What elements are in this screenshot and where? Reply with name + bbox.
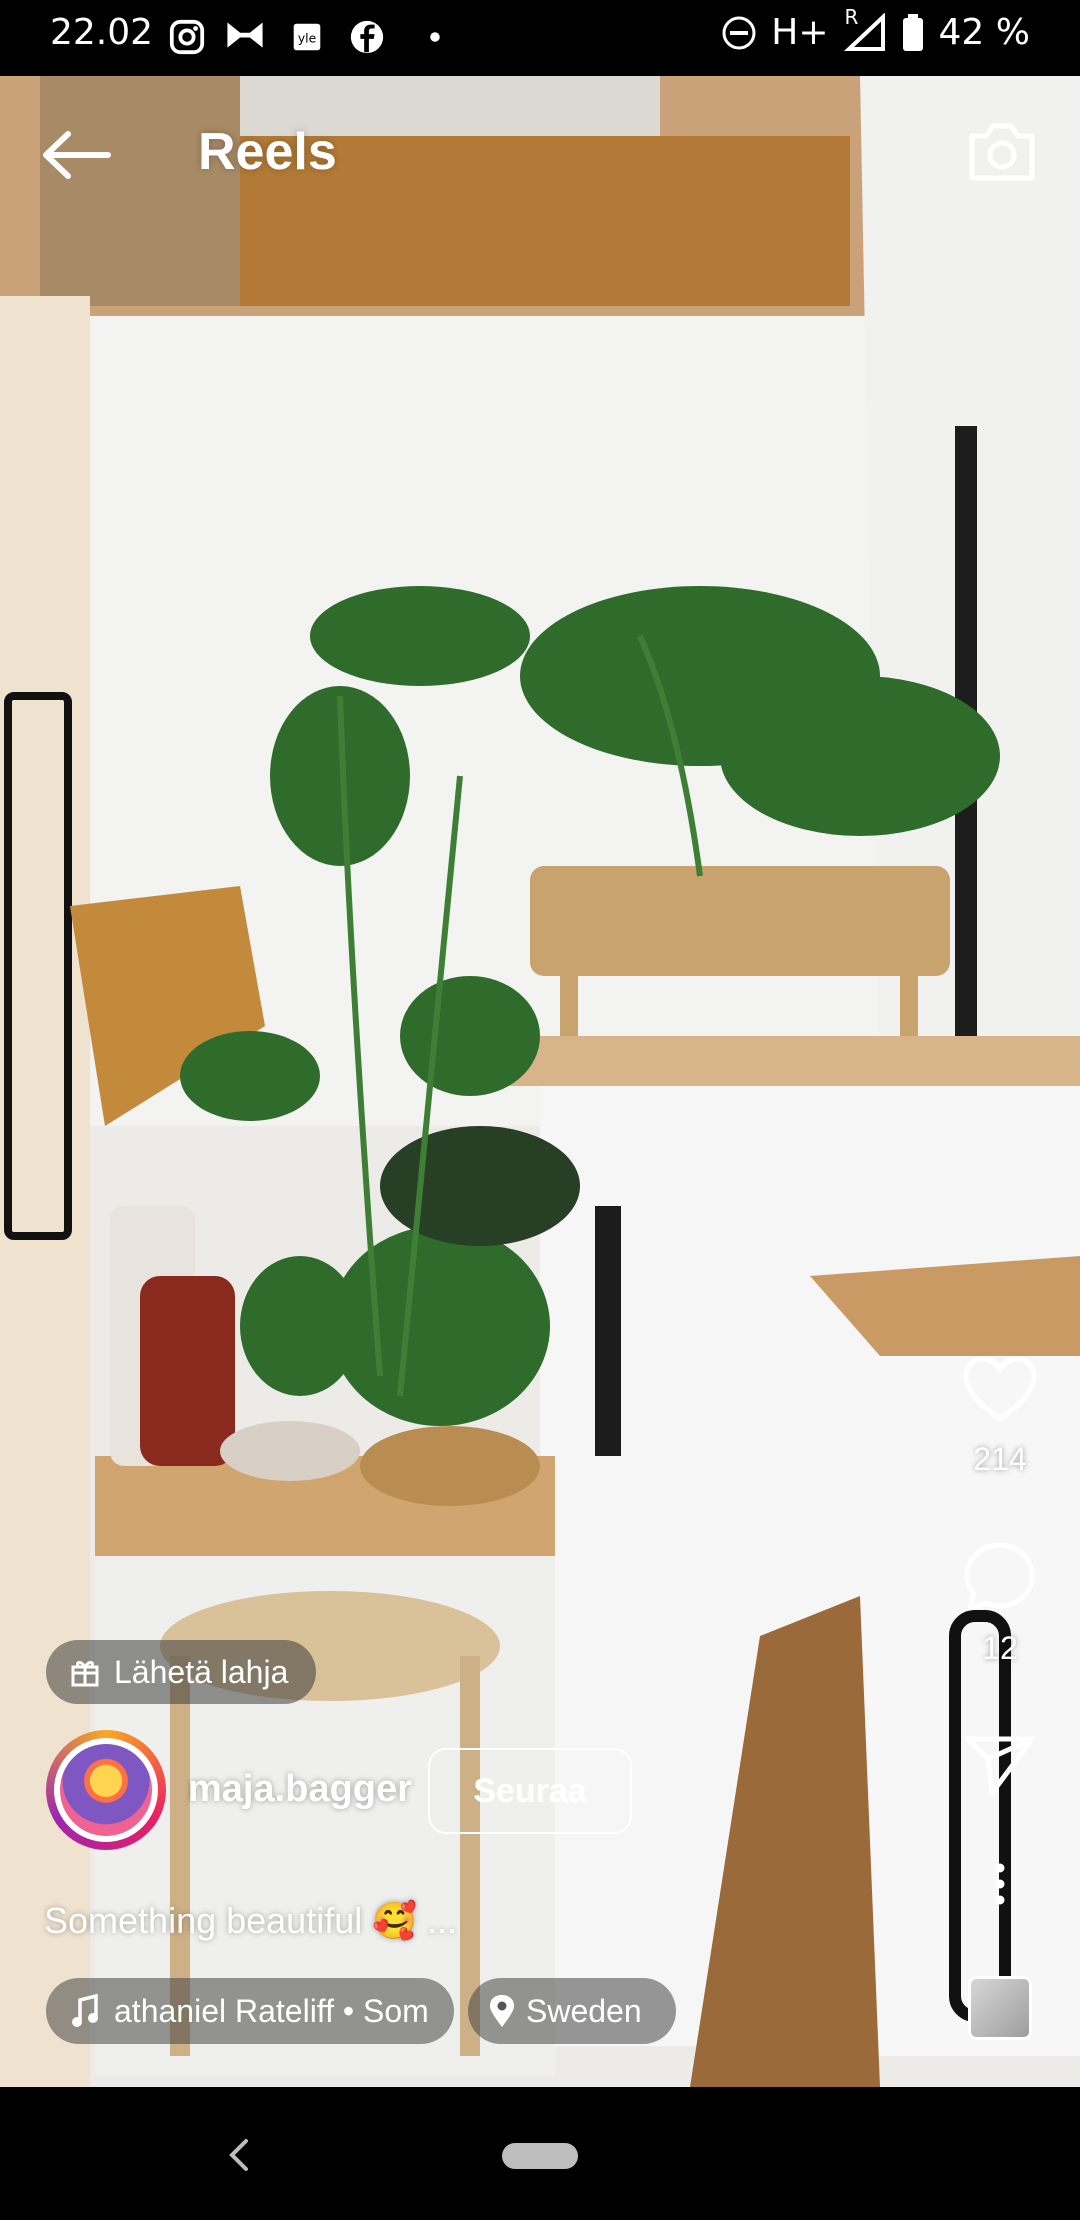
share-action[interactable] — [960, 1733, 1040, 1797]
status-time: 22.02 — [50, 12, 154, 53]
more-action[interactable] — [960, 1862, 1040, 1906]
caption[interactable]: Something beautiful 🥰 ... — [44, 1900, 457, 1942]
camera-icon[interactable] — [966, 118, 1038, 184]
audio-chip[interactable]: athaniel Rateliff • Som — [46, 1978, 454, 2044]
location-chip[interactable]: Sweden — [468, 1978, 676, 2044]
comment-action[interactable]: 12 — [960, 1540, 1040, 1667]
avatar[interactable] — [46, 1730, 166, 1850]
like-count: 214 — [973, 1441, 1027, 1477]
nav-home-pill[interactable] — [502, 2143, 578, 2169]
like-action[interactable]: 214 — [960, 1355, 1040, 1478]
location-pin-icon — [490, 1995, 514, 2027]
send-gift-chip[interactable]: Lähetä lahja — [46, 1640, 317, 1704]
nav-back-icon[interactable] — [226, 2137, 250, 2173]
facebook-icon — [350, 20, 384, 54]
notification-dot-icon — [430, 32, 440, 42]
location-label: Sweden — [526, 1992, 642, 2029]
username[interactable]: maja.bagger — [188, 1768, 412, 1811]
send-icon[interactable] — [964, 1733, 1036, 1797]
system-nav-bar — [0, 2087, 1080, 2220]
audio-label: athaniel Rateliff • Som — [114, 1992, 429, 2029]
follow-button[interactable]: Seuraa — [428, 1748, 632, 1834]
instagram-icon — [169, 19, 205, 55]
network-type: H+ — [771, 12, 829, 53]
status-right-group: H+ R 42 % — [721, 5, 1030, 53]
audio-thumbnail[interactable] — [968, 1976, 1032, 2040]
heart-icon[interactable] — [962, 1355, 1038, 1425]
do-not-disturb-icon — [722, 16, 756, 49]
comment-icon[interactable] — [962, 1540, 1038, 1614]
send-gift-label: Lähetä lahja — [114, 1653, 289, 1690]
signal-icon: R — [843, 5, 887, 53]
battery-icon — [902, 13, 923, 51]
comment-count: 12 — [982, 1630, 1018, 1666]
status-bar: 22.02 yle H+ R 42 % — [0, 0, 1080, 76]
yle-icon: yle — [293, 23, 321, 51]
svg-text:yle: yle — [298, 32, 316, 46]
tidal-icon — [227, 22, 263, 48]
battery-level: 42 % — [938, 12, 1030, 53]
gift-icon — [71, 1660, 99, 1687]
back-arrow-icon[interactable] — [42, 130, 112, 180]
music-note-icon — [72, 1994, 98, 2027]
page-title: Reels — [198, 123, 337, 181]
more-vertical-icon[interactable] — [994, 1862, 1006, 1906]
